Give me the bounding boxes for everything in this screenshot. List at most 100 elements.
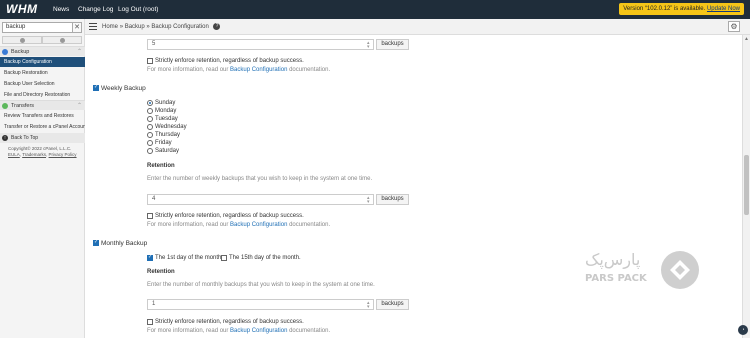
update-notice: Version “102.0.12” is available. Update … (619, 3, 744, 15)
monthly-15th-label: The 15th day of the month. (229, 255, 301, 261)
sidebar-item-backup-configuration[interactable]: Backup Configuration (0, 57, 85, 67)
weekly-day-radio-wednesday[interactable] (147, 124, 153, 130)
weekly-day-label: Friday (155, 140, 172, 146)
monthly-backup-config-link[interactable]: Backup Configuration (230, 328, 287, 334)
transfers-icon (2, 103, 8, 109)
weekly-day-label: Sunday (155, 100, 176, 106)
daily-retention-input[interactable]: 5 (147, 39, 374, 50)
monthly-1st-label: The 1st day of the month. (155, 255, 224, 261)
daily-strict-checkbox[interactable] (147, 58, 153, 64)
weekly-day-label: Tuesday (155, 116, 178, 122)
update-now-link[interactable]: Update Now (707, 6, 740, 12)
brand-text: PARS PACK (585, 273, 648, 284)
logo-circle (661, 251, 699, 289)
daily-backup-config-link[interactable]: Backup Configuration (230, 67, 287, 73)
monthly-retention-input[interactable]: 1 (147, 299, 374, 310)
update-notice-text: Version “102.0.12” is available. (623, 6, 707, 12)
weekly-retention-help: Enter the number of weekly backups that … (147, 176, 373, 182)
clear-search-icon[interactable]: ✕ (72, 22, 82, 33)
trademarks-link[interactable]: Trademarks (22, 152, 46, 157)
info-prefix: For more information, read our (147, 328, 231, 334)
chevron-up-icon: ⌃ (76, 49, 82, 55)
sidebar-item-backup-restoration[interactable]: Backup Restoration (0, 68, 85, 78)
daily-info-text: For more information, read our Backup Co… (147, 67, 330, 73)
breadcrumb: Home » Backup » Backup Configuration ? (102, 23, 221, 31)
monthly-backup-label: Monthly Backup (101, 240, 148, 247)
parspack-logo-icon: پارس‌پک PARS PACK (585, 250, 699, 289)
chat-icon[interactable]: ◔ (738, 325, 748, 335)
monthly-backup-checkbox[interactable] (93, 239, 99, 246)
weekly-day-radio-tuesday[interactable] (147, 116, 153, 122)
collapse-controls (2, 36, 82, 44)
minus-icon (19, 38, 25, 43)
info-suffix: documentation. (287, 67, 331, 73)
monthly-retention-title: Retention (147, 269, 175, 275)
arrow-up-icon: ↑ (2, 135, 8, 141)
info-suffix: documentation. (287, 328, 331, 334)
sidebar-category-transfers[interactable]: Transfers ⌃ (0, 100, 85, 110)
monthly-retention-help: Enter the number of monthly backups that… (147, 282, 375, 288)
breadcrumb-separator: » (146, 24, 150, 31)
help-icon[interactable]: ? (213, 23, 221, 30)
back-to-top-button[interactable]: ↑ Back To Top (0, 133, 85, 143)
nav-change-log[interactable]: Change Log (78, 6, 113, 13)
weekly-day-radio-sunday[interactable] (147, 100, 153, 106)
weekly-retention-input[interactable]: 4 (147, 194, 374, 205)
privacy-policy-link[interactable]: Privacy Policy (49, 152, 77, 157)
weekly-strict-checkbox[interactable] (147, 213, 153, 219)
eula-link[interactable]: EULA (8, 152, 20, 157)
sidebar-search-input[interactable]: backup (2, 22, 82, 33)
weekly-backup-config-link[interactable]: Backup Configuration (230, 222, 287, 228)
weekly-day-radio-friday[interactable] (147, 140, 153, 146)
weekly-retention-title: Retention (147, 163, 175, 169)
sidebar-item-file-directory-restoration[interactable]: File and Directory Restoration (0, 90, 85, 100)
nav-logout[interactable]: Log Out (root) (118, 6, 158, 13)
breadcrumb-separator: » (119, 24, 124, 31)
sidebar-item-backup-user-selection[interactable]: Backup User Selection (0, 79, 85, 89)
weekly-day-label: Wednesday (155, 124, 187, 130)
weekly-backup-checkbox[interactable] (93, 84, 99, 91)
monthly-1st-checkbox[interactable] (147, 254, 153, 261)
chevron-up-icon: ⌃ (76, 103, 82, 109)
page-scrollbar[interactable]: ▲ (742, 35, 750, 338)
sidebar: backup ✕ Backup ⌃ Backup Configuration B… (0, 19, 85, 338)
parspack-watermark: پارس‌پک PARS PACK (585, 245, 705, 295)
sidebar-item-transfer-restore-account[interactable]: Transfer or Restore a cPanel Account (0, 122, 85, 132)
weekly-day-radio-thursday[interactable] (147, 132, 153, 138)
weekly-day-label: Saturday (155, 148, 180, 154)
nav-news[interactable]: News (53, 6, 69, 13)
monthly-info-text: For more information, read our Backup Co… (147, 328, 330, 334)
monthly-15th-checkbox[interactable] (221, 255, 227, 261)
gear-icon[interactable]: ⚙ (728, 21, 740, 32)
daily-spinner-icon[interactable]: ▴ ▾ (367, 41, 748, 50)
monthly-strict-checkbox[interactable] (147, 319, 153, 325)
weekly-info-text: For more information, read our Backup Co… (147, 222, 330, 228)
weekly-spinner-icon[interactable]: ▴ ▾ (367, 196, 748, 205)
info-prefix: For more information, read our (147, 67, 231, 73)
breadcrumb-current-page: Backup Configuration (151, 24, 209, 31)
whm-logo[interactable]: WHM (6, 2, 38, 16)
category-label: Backup (11, 49, 30, 55)
menu-toggle-icon[interactable] (89, 23, 97, 30)
weekly-backup-label: Weekly Backup (101, 85, 146, 92)
scroll-up-icon[interactable]: ▲ (744, 36, 749, 42)
sidebar-category-backup[interactable]: Backup ⌃ (0, 46, 85, 56)
top-bar: WHM News Change Log Log Out (root) Versi… (0, 0, 750, 19)
brand-fa-text: پارس‌پک (585, 250, 640, 270)
scrollbar-thumb[interactable] (744, 155, 749, 215)
weekly-day-radio-monday[interactable] (147, 108, 153, 114)
expand-all-button[interactable] (42, 36, 82, 44)
monthly-strict-label: Strictly enforce retention, regardless o… (155, 319, 304, 325)
sidebar-item-review-transfers[interactable]: Review Transfers and Restores (0, 111, 85, 121)
breadcrumb-backup[interactable]: Backup (125, 24, 145, 30)
back-to-top-label: Back To Top (11, 135, 39, 141)
sidebar-footer: Copyright© 2022 cPanel, L.L.C. EULA, Tra… (8, 146, 83, 158)
weekly-strict-label: Strictly enforce retention, regardless o… (155, 213, 304, 219)
breadcrumb-bar: Home » Backup » Backup Configuration ? ⚙ (85, 19, 750, 35)
weekly-day-label: Monday (155, 108, 177, 114)
monthly-spinner-icon[interactable]: ▴ ▾ (367, 301, 748, 310)
breadcrumb-home[interactable]: Home (102, 24, 118, 30)
weekly-day-radio-saturday[interactable] (147, 148, 153, 154)
info-prefix: For more information, read our (147, 222, 231, 228)
collapse-all-button[interactable] (2, 36, 42, 44)
